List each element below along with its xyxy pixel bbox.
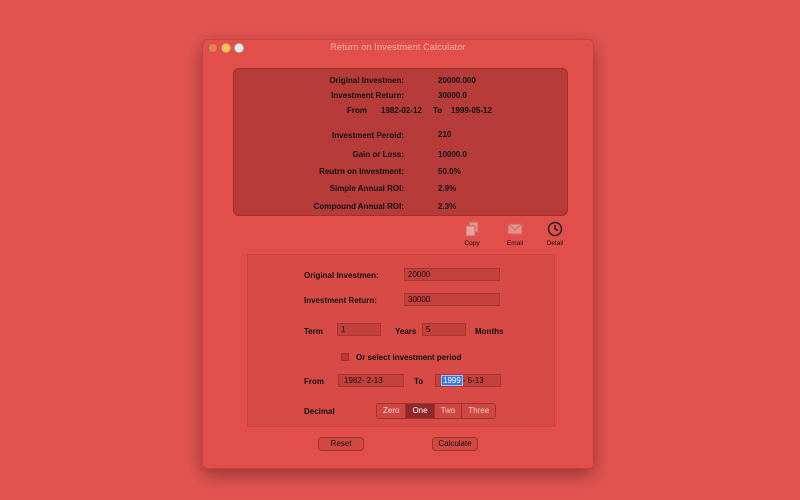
select-period-label: Or select investment period (356, 353, 462, 362)
result-period-value: 210 (438, 130, 452, 139)
to-label: To (414, 377, 424, 386)
result-compound-value: 2.3% (438, 202, 457, 211)
detail-button[interactable]: Detail (535, 220, 575, 247)
result-to-value: 1999-05-12 (451, 106, 492, 115)
result-original-value: 20000.000 (438, 76, 476, 85)
result-simple-label: Simple Annual ROI: (329, 184, 404, 193)
email-button[interactable]: Email (495, 220, 535, 247)
result-roi-label: Reutrn on Investment: (319, 167, 404, 176)
copy-label: Copy (464, 240, 480, 247)
decimal-label: Decimal (304, 407, 335, 416)
result-from-label: From (347, 106, 367, 115)
calculate-button[interactable]: Calculate (432, 437, 478, 451)
original-investment-input[interactable]: 20000 (404, 268, 500, 281)
clock-icon (535, 220, 575, 238)
decimal-option-one[interactable]: One (406, 404, 435, 418)
detail-label: Detail (546, 240, 564, 247)
result-gain-value: 10000.0 (438, 150, 467, 159)
result-period-label: Investment Peroid: (331, 131, 404, 140)
months-label: Months (475, 327, 504, 336)
result-simple-value: 2.9% (438, 184, 457, 193)
to-date-rest: - 5-13 (462, 376, 484, 385)
years-input[interactable]: 1 (337, 323, 381, 336)
investment-return-label: Investment Return: (304, 296, 377, 305)
result-to-label: To (433, 106, 443, 115)
months-input[interactable]: 5 (422, 323, 466, 336)
results-panel: Original Investmen: 20000.000 Investment… (233, 68, 568, 216)
to-date-picker[interactable]: 1999- 5-13 (435, 374, 501, 387)
result-return-value: 30000.0 (438, 91, 467, 100)
title-bar: Return on Investment Calculator (203, 40, 593, 56)
from-date-picker[interactable]: 1982- 2-13 (338, 374, 404, 387)
copy-button[interactable]: Copy (452, 220, 492, 247)
original-investment-label: Original Investmen: (304, 271, 379, 280)
years-label: Years (395, 327, 417, 336)
investment-return-input[interactable]: 30000 (404, 293, 500, 306)
result-gain-label: Gain or Loss: (352, 150, 404, 159)
reset-button[interactable]: Reset (318, 437, 364, 451)
input-form: Original Investmen: 20000 Investment Ret… (247, 254, 555, 427)
email-icon (495, 220, 535, 238)
copy-icon (452, 220, 492, 238)
decimal-option-two[interactable]: Two (434, 404, 463, 418)
from-label: From (304, 377, 324, 386)
decimal-segmented-control: Zero One Two Three (376, 403, 497, 419)
decimal-option-zero[interactable]: Zero (377, 404, 407, 418)
select-period-checkbox[interactable] (341, 353, 349, 361)
decimal-option-three[interactable]: Three (462, 404, 496, 418)
result-roi-value: 50.0% (438, 167, 461, 176)
result-from-value: 1982-02-12 (381, 106, 422, 115)
term-label: Term (304, 327, 323, 336)
result-original-label: Original Investmen: (329, 76, 404, 85)
app-window: Return on Investment Calculator Original… (202, 39, 594, 469)
email-label: Email (506, 240, 524, 247)
result-compound-label: Compound Annual ROI: (313, 202, 404, 211)
result-return-label: Investment Return: (331, 91, 404, 100)
window-title: Return on Investment Calculator (330, 42, 466, 52)
to-date-year-segment[interactable]: 1999 (441, 375, 463, 386)
